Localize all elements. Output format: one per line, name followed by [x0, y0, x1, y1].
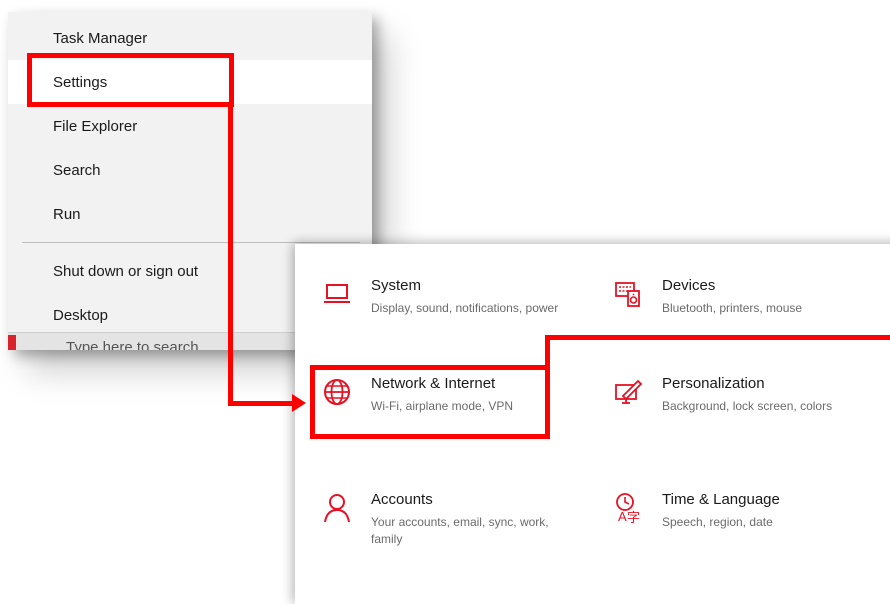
menu-item-label: Shut down or sign out	[53, 262, 199, 280]
menu-item-file-explorer[interactable]: File Explorer	[8, 104, 372, 148]
tile-description: Bluetooth, printers, mouse	[662, 301, 803, 315]
settings-tile-devices[interactable]: Devices Bluetooth, printers, mouse	[608, 274, 888, 354]
settings-tile-system[interactable]: System Display, sound, notifications, po…	[317, 274, 597, 354]
settings-tile-accounts[interactable]: Accounts Your accounts, email, sync, wor…	[317, 488, 597, 568]
arrow-right-icon	[292, 394, 306, 412]
menu-item-label: Search	[53, 161, 101, 179]
menu-item-label: Task Manager	[53, 29, 148, 47]
time-language-icon: A 字	[608, 488, 648, 528]
tile-title: Devices	[662, 277, 716, 294]
menu-item-label: File Explorer	[53, 117, 138, 135]
taskbar-search-placeholder[interactable]: Type here to search	[66, 339, 199, 350]
menu-separator	[22, 242, 360, 243]
tile-title: Accounts	[371, 491, 433, 508]
settings-tile-personalization[interactable]: Personalization Background, lock screen,…	[608, 372, 888, 452]
person-icon	[317, 488, 357, 528]
menu-item-label: Desktop	[53, 306, 109, 324]
menu-item-label: Run	[53, 205, 81, 223]
tile-description: Display, sound, notifications, power	[371, 301, 559, 315]
menu-item-search[interactable]: Search	[8, 148, 372, 192]
connector-top-horizontal	[545, 335, 890, 340]
highlight-settings	[27, 53, 234, 107]
menu-item-run[interactable]: Run	[8, 192, 372, 236]
tile-description: Your accounts, email, sync, work, family	[371, 515, 549, 546]
tile-title: System	[371, 277, 422, 294]
devices-icon	[608, 274, 648, 314]
laptop-icon	[317, 274, 357, 314]
settings-tile-time-language[interactable]: A 字 Time & Language Speech, region, date	[608, 488, 888, 568]
start-button-edge[interactable]	[8, 335, 16, 350]
highlight-network	[310, 365, 550, 439]
svg-text:A: A	[618, 509, 627, 524]
tile-title: Time & Language	[662, 491, 780, 508]
svg-text:字: 字	[627, 511, 640, 524]
connector-horizontal	[228, 401, 294, 406]
connector-vertical	[228, 105, 233, 406]
tile-description: Speech, region, date	[662, 515, 773, 529]
paint-icon	[608, 372, 648, 412]
tile-title: Personalization	[662, 375, 765, 392]
tile-description: Background, lock screen, colors	[662, 399, 833, 413]
